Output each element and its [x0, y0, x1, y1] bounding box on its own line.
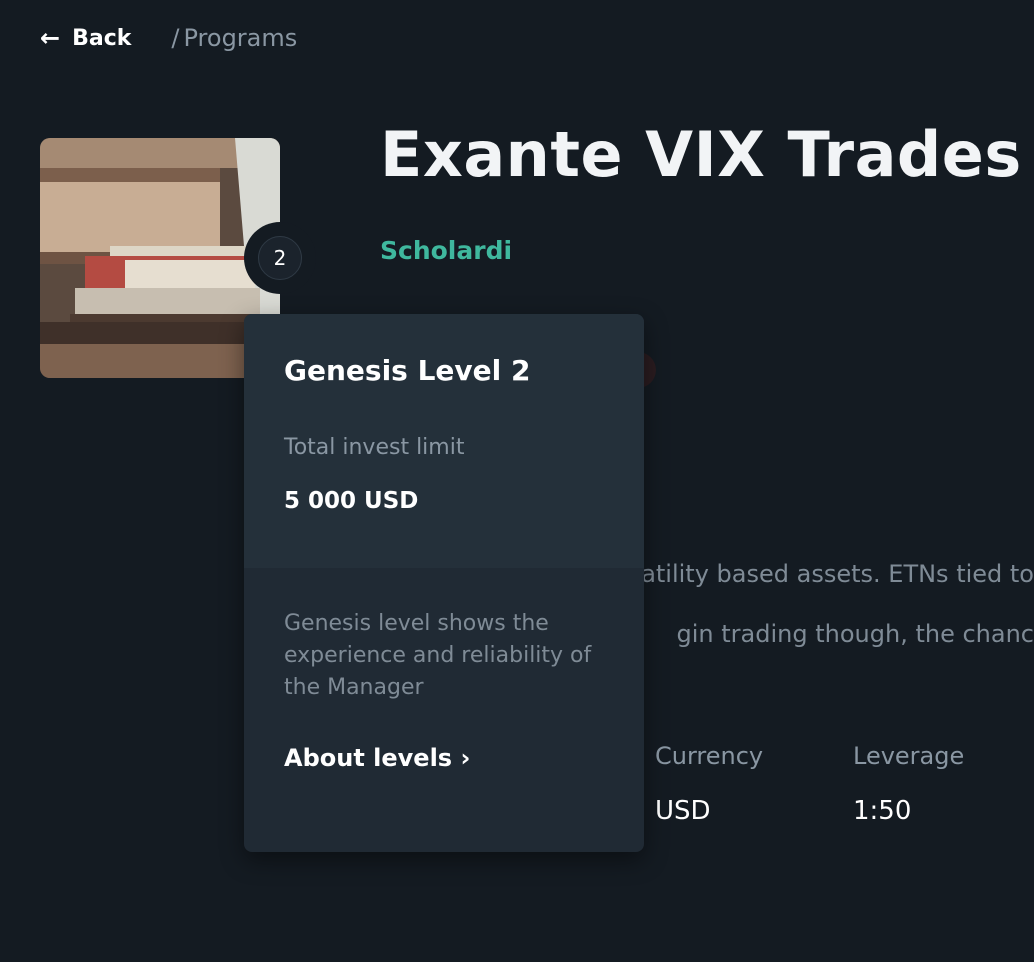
- arrow-left-icon: ←: [40, 24, 61, 52]
- breadcrumb: / Programs: [171, 24, 297, 52]
- invest-limit-value: 5 000 USD: [284, 488, 419, 514]
- popover-description: Genesis level shows the experience and r…: [284, 611, 592, 700]
- top-nav: ← Back / Programs: [40, 22, 297, 54]
- back-button[interactable]: ← Back: [40, 26, 131, 51]
- program-stats: Currency USD Leverage 1:50: [655, 742, 1034, 826]
- stat-value: 1:50: [853, 796, 912, 826]
- popover-title: Genesis Level 2: [284, 354, 531, 387]
- stat-value: USD: [655, 796, 711, 826]
- breadcrumb-programs-link[interactable]: Programs: [184, 24, 298, 52]
- breadcrumb-separator: /: [171, 24, 180, 52]
- about-levels-link[interactable]: About levels ›: [284, 744, 604, 772]
- program-title: Exante VIX Trades: [380, 118, 1022, 191]
- manager-link[interactable]: Scholardi: [380, 236, 512, 265]
- popover-body: Genesis level shows the experience and r…: [244, 568, 644, 772]
- invest-limit-label: Total invest limit: [284, 435, 465, 460]
- stat-currency: Currency USD: [655, 742, 853, 826]
- popover-header: Genesis Level 2 Total invest limit 5 000…: [244, 314, 644, 568]
- stat-label: Currency: [655, 742, 764, 770]
- stat-label: Leverage: [853, 742, 965, 770]
- level-number: 2: [258, 236, 302, 280]
- level-badge[interactable]: 2: [244, 222, 316, 294]
- stat-leverage: Leverage 1:50: [853, 742, 1034, 826]
- level-popover: Genesis Level 2 Total invest limit 5 000…: [244, 314, 644, 852]
- back-label: Back: [72, 25, 132, 51]
